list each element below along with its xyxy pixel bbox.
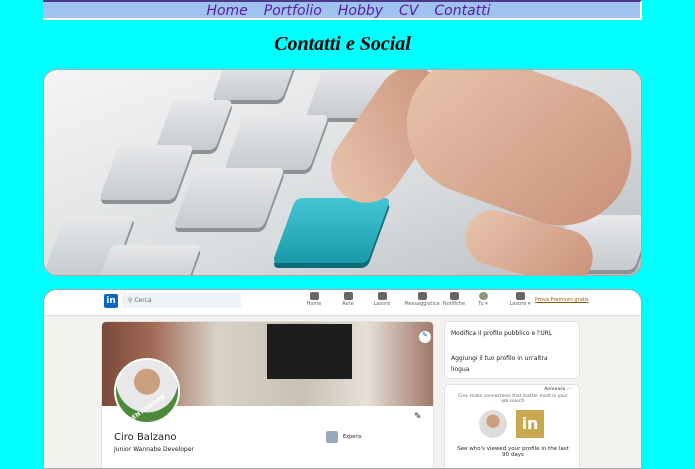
grid-icon xyxy=(515,292,525,300)
li-nav-home[interactable]: Home xyxy=(297,292,331,307)
profile-avatar xyxy=(114,358,180,424)
li-nav-lavoro[interactable]: Lavoro xyxy=(365,292,399,307)
page-title: Contatti e Social xyxy=(274,33,411,55)
message-icon xyxy=(417,292,427,300)
ad-text: Ciro, make connections that matter most … xyxy=(458,394,568,404)
premium-link[interactable]: Prova Premium gratis xyxy=(535,297,589,303)
ad-footer: See who's viewed your profile in the las… xyxy=(457,446,569,458)
li-nav-rete[interactable]: Rete xyxy=(331,292,365,307)
keyboard-email-image xyxy=(43,69,642,276)
linkedin-premium-icon: in xyxy=(516,410,544,438)
edit-public-profile-link[interactable]: Modifica il profilo pubblico e l'URL xyxy=(451,330,552,337)
add-language-link[interactable]: Aggiungi il tuo profilo in un'altra ling… xyxy=(451,353,561,375)
edit-cover-icon[interactable]: ✎ xyxy=(419,331,431,343)
li-nav-work[interactable]: Lavoro ▾ xyxy=(503,292,537,307)
linkedin-logo: in xyxy=(104,294,118,308)
edit-profile-icon[interactable]: ✎ xyxy=(414,412,422,422)
ad-card: Annuncio ··· Ciro, make connections that… xyxy=(444,384,580,468)
ad-avatar xyxy=(479,410,507,438)
nav-contatti[interactable]: Contatti xyxy=(434,2,490,19)
profile-settings-card: Modifica il profilo pubblico e l'URL Agg… xyxy=(444,321,580,379)
search-input[interactable]: ⚲ Cerca xyxy=(122,293,241,308)
briefcase-icon xyxy=(377,292,387,300)
li-nav-tu[interactable]: Tu ▾ xyxy=(466,292,500,307)
company-name[interactable]: Experis xyxy=(343,434,361,440)
bell-icon xyxy=(449,292,459,300)
profile-headline: Junior Wannabe Developer xyxy=(114,446,194,453)
top-nav: Home Portfolio Hobby CV Contatti xyxy=(43,0,642,20)
avatar-icon xyxy=(478,292,488,300)
nav-hobby[interactable]: Hobby xyxy=(338,2,383,19)
linkedin-screenshot: in ⚲ Cerca Home Rete Lavoro Messaggistic… xyxy=(43,289,642,469)
profile-card: #OPENTOWORK ✎ ✎ Ciro Balzano Junior Wann… xyxy=(101,321,434,468)
home-icon xyxy=(309,292,319,300)
search-placeholder: Cerca xyxy=(134,297,152,304)
network-icon xyxy=(343,292,353,300)
email-key-icon xyxy=(272,198,391,263)
company-logo-icon xyxy=(326,431,338,443)
nav-portfolio[interactable]: Portfolio xyxy=(264,2,322,19)
ad-label: Annuncio ··· xyxy=(544,387,571,392)
profile-name: Ciro Balzano xyxy=(114,432,177,443)
nav-home[interactable]: Home xyxy=(206,2,247,19)
nav-cv[interactable]: CV xyxy=(399,2,418,19)
